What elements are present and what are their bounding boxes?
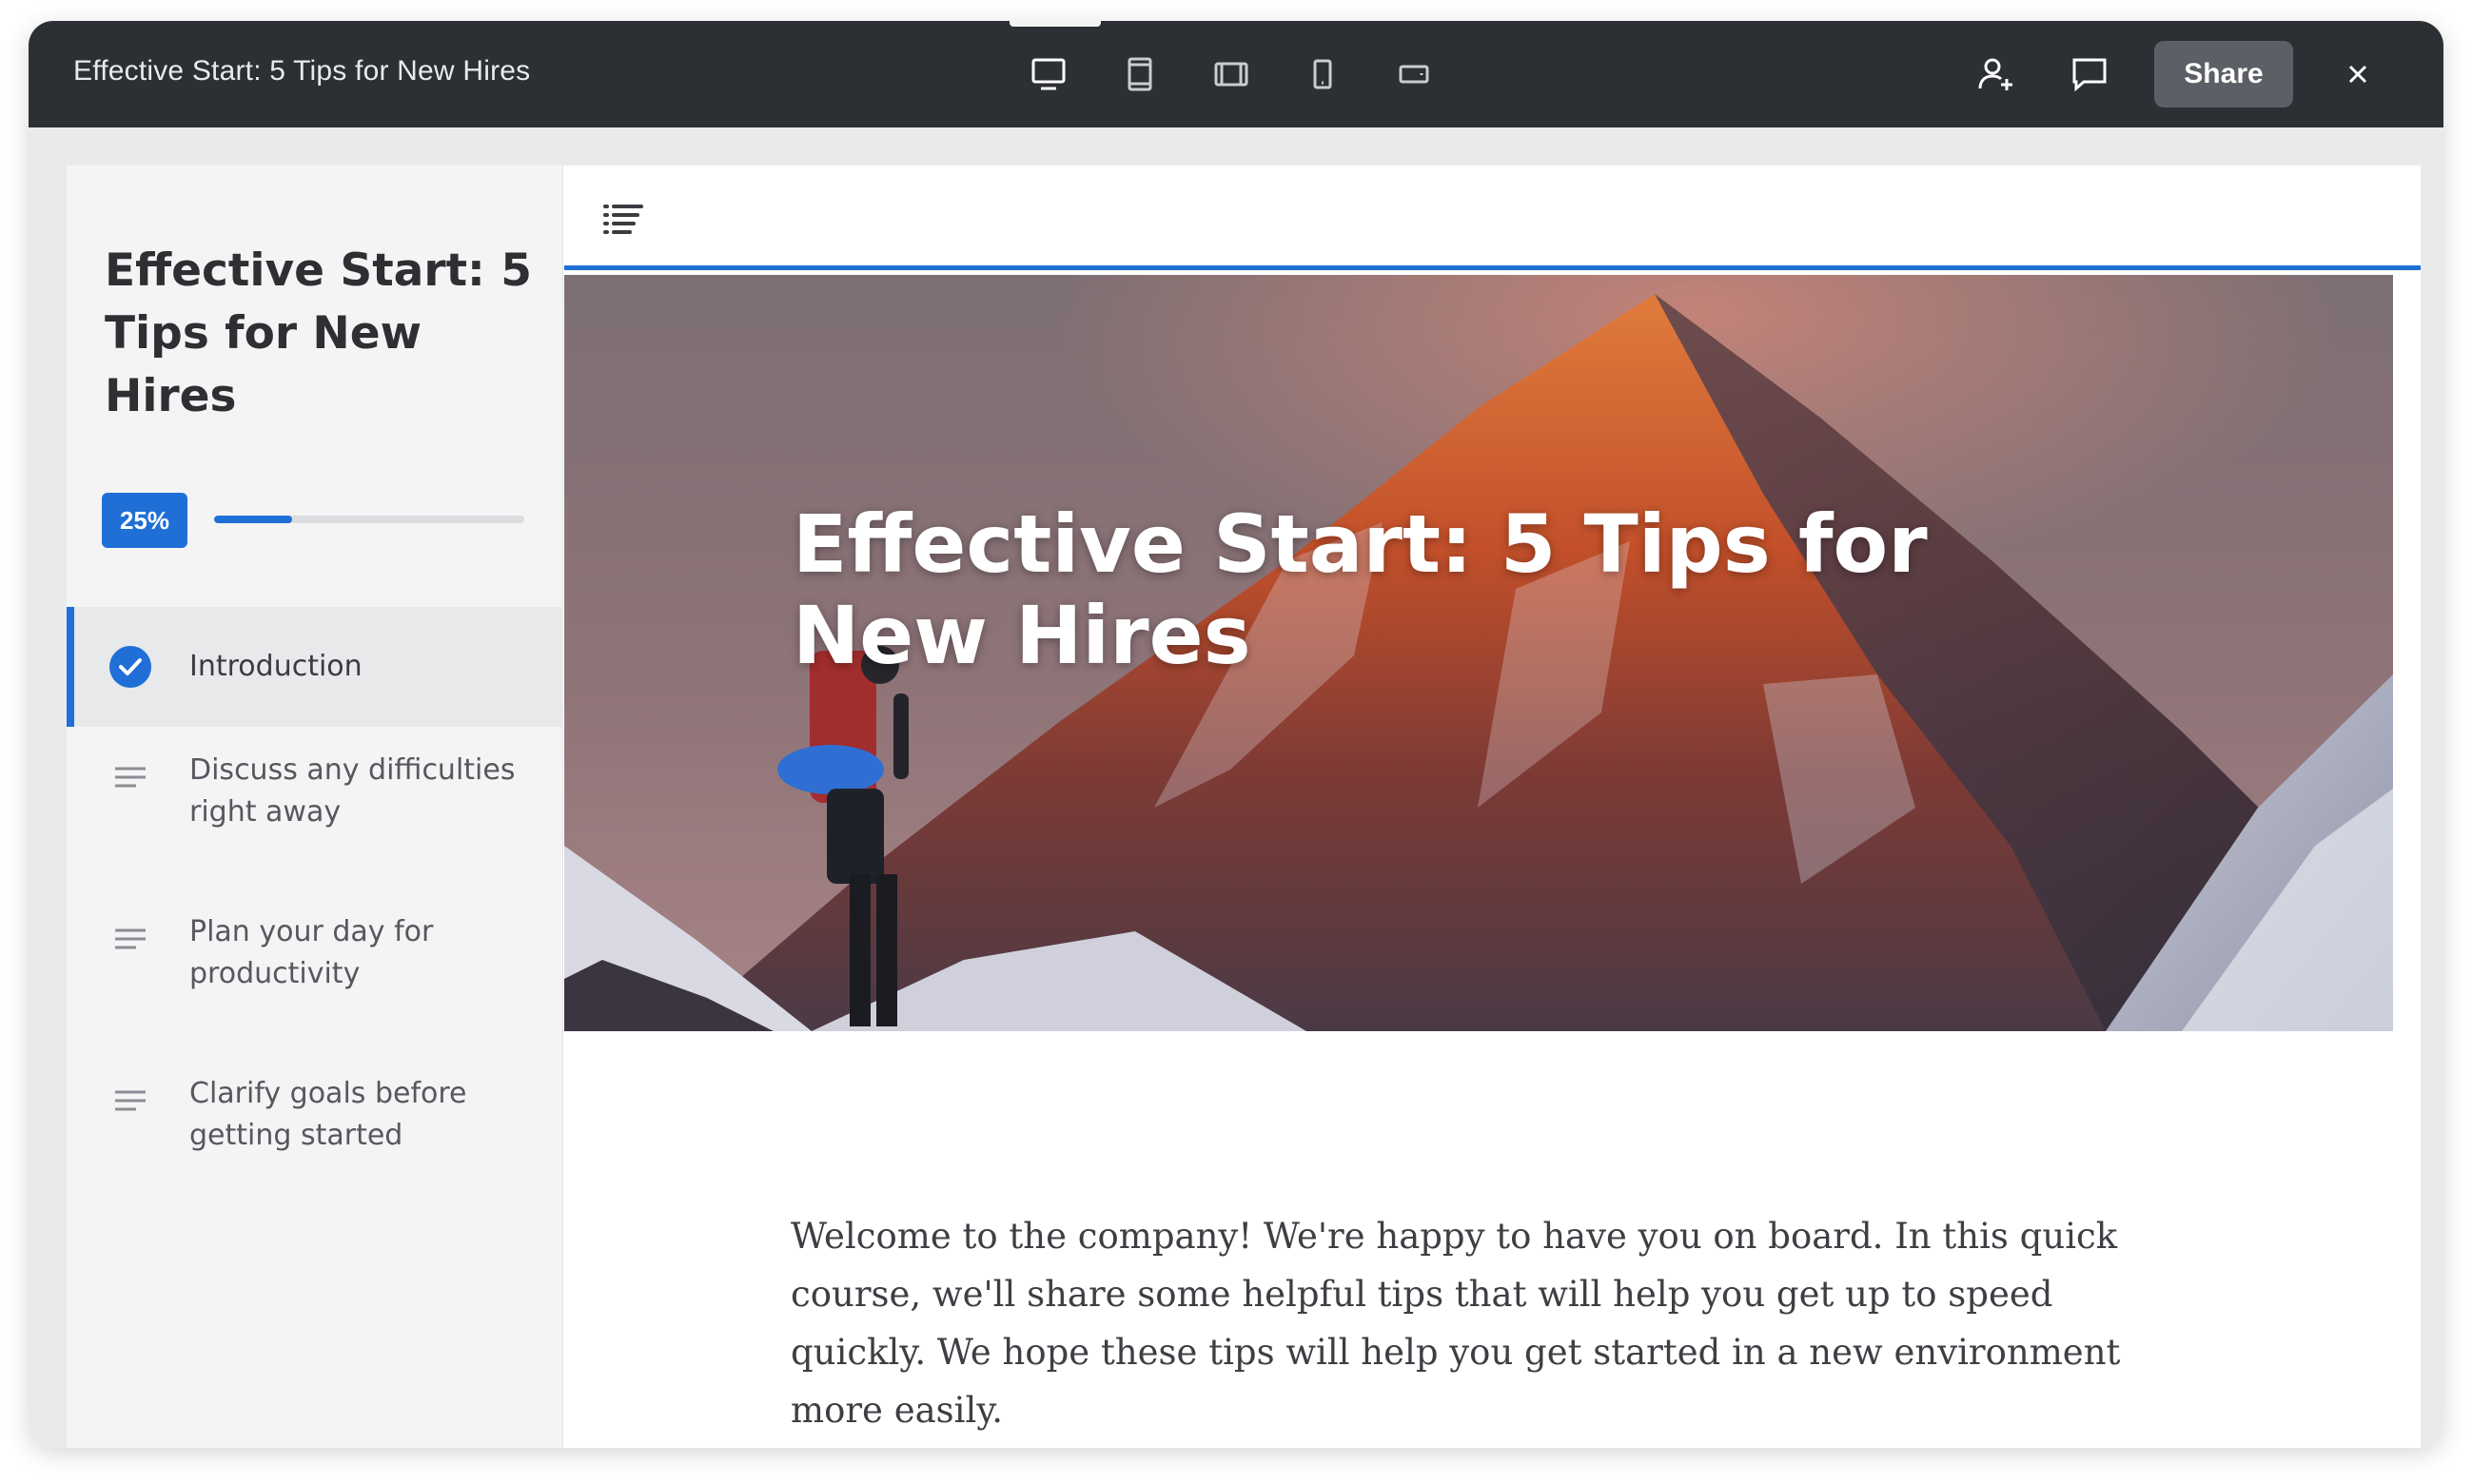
sidebar-item-label: Discuss any difficulties right away	[189, 753, 516, 829]
course-preview-window: Effective Start: 5 Tips for New Hires Sh…	[29, 21, 2443, 1448]
sidebar-item-label: Clarify goals before getting started	[189, 1077, 467, 1152]
share-button[interactable]: Share	[2154, 41, 2293, 107]
close-button[interactable]	[2329, 46, 2386, 103]
topbar-actions: Share	[1968, 40, 2386, 108]
lesson-toolbar	[564, 166, 2421, 270]
sidebar-item-discuss-difficulties[interactable]: Discuss any difficulties right away	[67, 742, 563, 871]
device-preview-switcher	[1026, 51, 1437, 97]
progress-bar-fill	[214, 516, 292, 523]
sidebar-item-label: Introduction	[189, 650, 363, 683]
phone-portrait-icon	[1313, 59, 1332, 89]
sidebar-item-introduction[interactable]: Introduction	[67, 607, 563, 727]
phone-landscape-view-button[interactable]	[1391, 51, 1437, 97]
hero-banner: Effective Start: 5 Tips for New Hires	[564, 275, 2393, 1031]
phone-portrait-view-button[interactable]	[1300, 51, 1345, 97]
table-of-contents-button[interactable]	[598, 194, 648, 244]
progress-badge: 25%	[102, 493, 187, 548]
check-circle-icon	[108, 645, 152, 689]
sidebar-item-label: Plan your day for productivity	[189, 915, 434, 990]
device-indicator	[1010, 21, 1101, 27]
comments-button[interactable]	[2061, 46, 2118, 103]
tablet-landscape-view-button[interactable]	[1208, 51, 1254, 97]
intro-paragraph: Welcome to the company! We're happy to h…	[791, 1216, 2121, 1431]
invite-user-button[interactable]	[1968, 46, 2025, 103]
close-icon	[2348, 65, 2367, 84]
progress-bar	[214, 516, 524, 523]
text-lines-icon	[108, 755, 152, 799]
add-user-icon	[1978, 58, 2012, 90]
sidebar-course-title: Effective Start: 5 Tips for New Hires	[105, 244, 532, 422]
tablet-portrait-icon	[1128, 57, 1152, 91]
sidebar-item-clarify-goals[interactable]: Clarify goals before getting started	[67, 1065, 563, 1195]
desktop-view-button[interactable]	[1026, 51, 1071, 97]
comment-icon	[2072, 58, 2107, 92]
hero-title: Effective Start: 5 Tips for New Hires	[793, 498, 1928, 682]
window-title: Effective Start: 5 Tips for New Hires	[73, 55, 531, 87]
table-of-contents-icon	[603, 205, 643, 234]
top-bar: Effective Start: 5 Tips for New Hires Sh…	[29, 21, 2443, 127]
desktop-icon	[1031, 58, 1066, 90]
tablet-portrait-view-button[interactable]	[1117, 51, 1163, 97]
text-lines-icon	[108, 917, 152, 961]
lesson-main: Effective Start: 5 Tips for New Hires We…	[564, 166, 2421, 1448]
tablet-landscape-icon	[1214, 62, 1248, 87]
course-content-area: Effective Start: 5 Tips for New Hires 25…	[67, 166, 2421, 1448]
text-lines-icon	[108, 1079, 152, 1123]
sidebar-item-plan-your-day[interactable]: Plan your day for productivity	[67, 904, 563, 1033]
course-sidebar: Effective Start: 5 Tips for New Hires 25…	[67, 166, 563, 1448]
phone-landscape-icon	[1399, 65, 1429, 84]
